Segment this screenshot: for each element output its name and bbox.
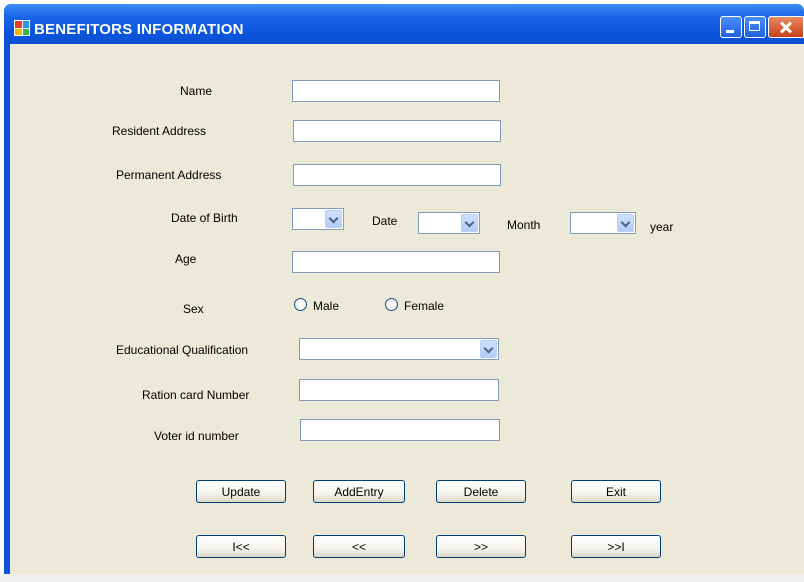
date-combo[interactable]: [418, 212, 480, 234]
name-label: Name: [180, 84, 213, 98]
month-combo[interactable]: [570, 212, 636, 234]
female-radio[interactable]: [385, 298, 398, 311]
resident-address-input[interactable]: [293, 120, 501, 142]
ration-card-label: Ration card Number: [142, 388, 250, 402]
last-record-button[interactable]: >>I: [571, 535, 661, 558]
ration-card-input[interactable]: [299, 379, 499, 401]
date-label: Date: [372, 214, 398, 228]
voter-id-label: Voter id number: [154, 429, 239, 443]
exit-button[interactable]: Exit: [571, 480, 661, 503]
maximize-icon[interactable]: [744, 16, 766, 38]
education-label: Educational Qualification: [116, 343, 249, 357]
male-radio[interactable]: [294, 298, 307, 311]
app-icon: [14, 20, 30, 36]
female-label[interactable]: Female: [404, 299, 444, 313]
education-combo[interactable]: [299, 338, 499, 360]
age-label: Age: [175, 252, 197, 266]
chevron-down-icon[interactable]: [480, 340, 497, 358]
first-record-button[interactable]: I<<: [196, 535, 286, 558]
chevron-down-icon[interactable]: [617, 214, 634, 232]
sex-label: Sex: [183, 302, 204, 316]
dob-label: Date of Birth: [171, 211, 238, 225]
dob-day-combo[interactable]: [292, 208, 344, 230]
window-title: BENEFITORS INFORMATION: [34, 21, 244, 38]
main-window: BENEFITORS INFORMATION Name Resident Add…: [4, 4, 804, 578]
next-record-button[interactable]: >>: [436, 535, 526, 558]
chevron-down-icon[interactable]: [325, 210, 342, 228]
close-icon[interactable]: [768, 16, 804, 38]
month-label: Month: [507, 218, 541, 232]
permanent-address-label: Permanent Address: [116, 168, 222, 182]
permanent-address-input[interactable]: [293, 164, 501, 186]
update-button[interactable]: Update: [196, 480, 286, 503]
male-label[interactable]: Male: [313, 299, 339, 313]
add-entry-button[interactable]: AddEntry: [313, 480, 405, 503]
age-input[interactable]: [292, 251, 500, 273]
voter-id-input[interactable]: [300, 419, 500, 441]
minimize-icon[interactable]: [720, 16, 742, 38]
previous-record-button[interactable]: <<: [313, 535, 405, 558]
chevron-down-icon[interactable]: [461, 214, 478, 232]
year-label: year: [650, 220, 674, 234]
delete-button[interactable]: Delete: [436, 480, 526, 503]
form-area: Name Resident Address Permanent Address …: [10, 44, 804, 574]
name-input[interactable]: [292, 80, 500, 102]
bottom-strip: [0, 574, 804, 582]
resident-address-label: Resident Address: [112, 124, 207, 138]
